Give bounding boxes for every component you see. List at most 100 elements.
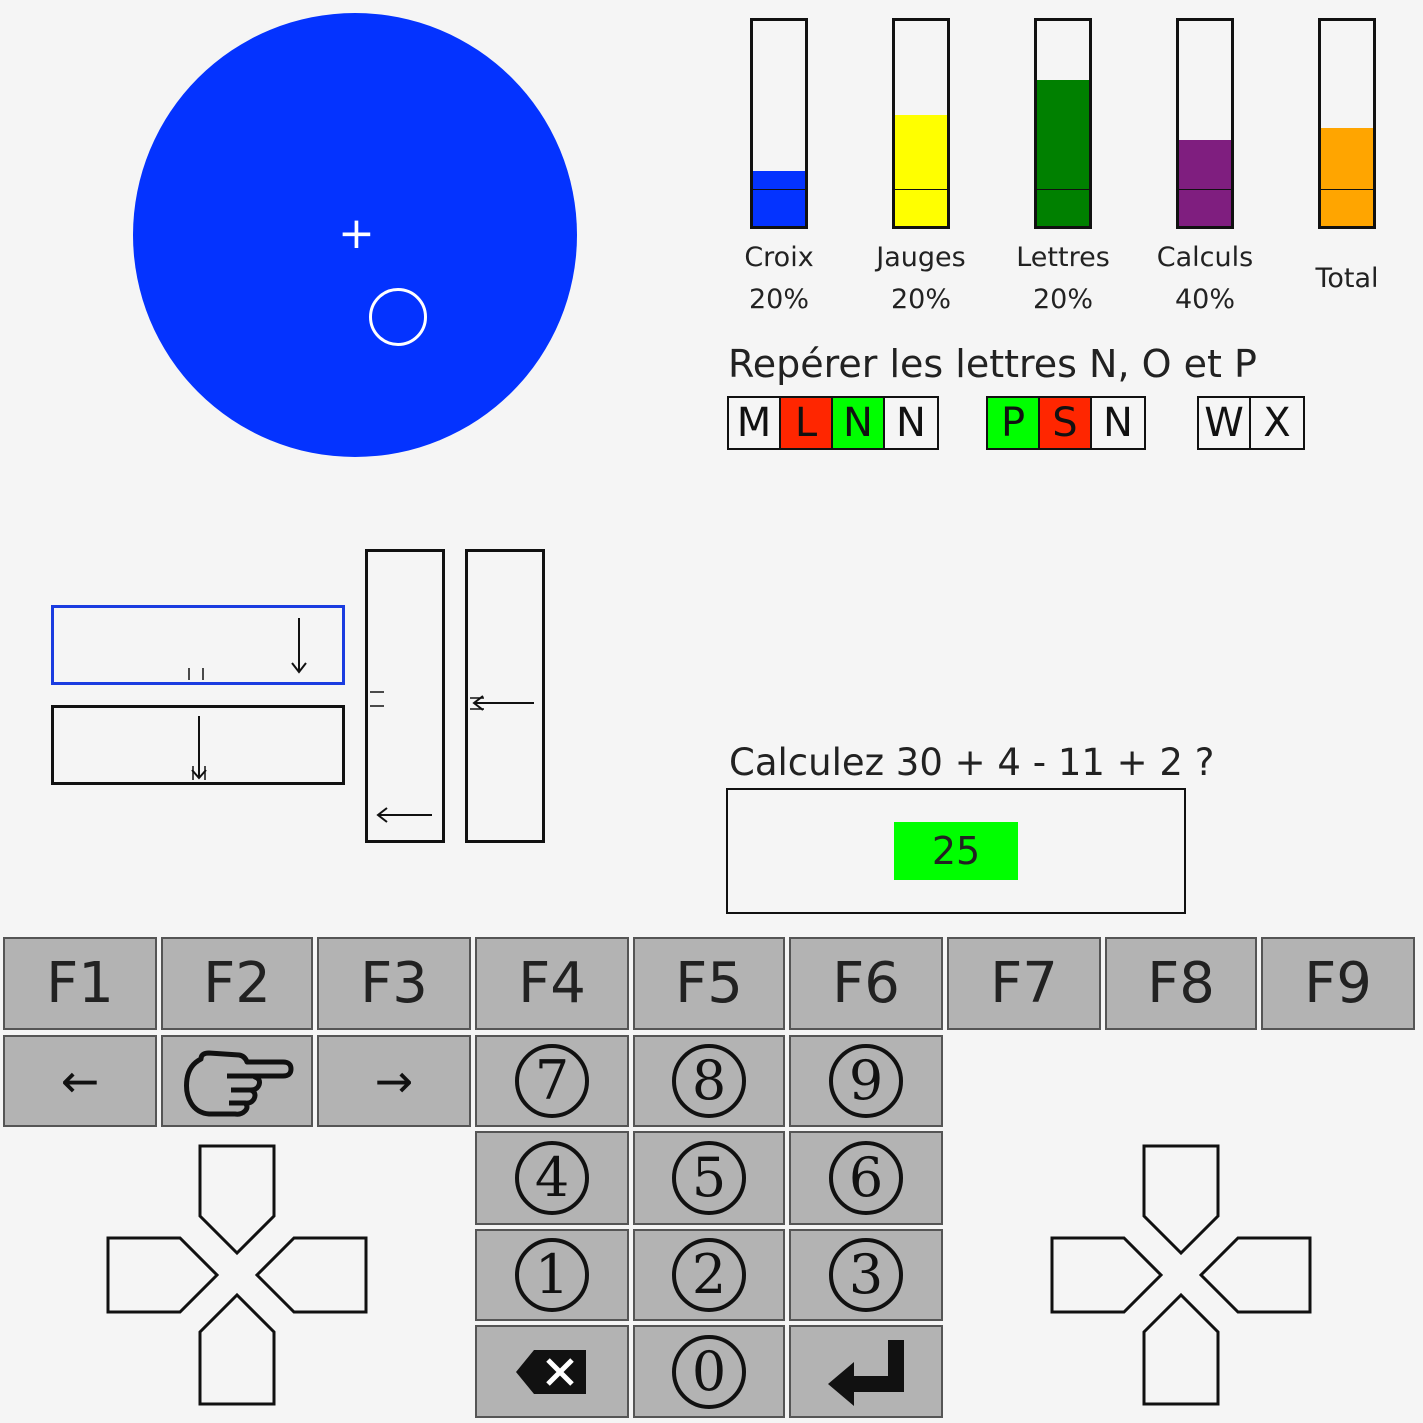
digit-4: 4 [515, 1141, 589, 1215]
pointing-hand-icon [184, 1050, 294, 1117]
dpad-down-arrow[interactable] [198, 1292, 276, 1406]
tracking-cursor-ring[interactable] [369, 288, 427, 346]
enter-icon [828, 1339, 904, 1406]
left-arrow-icon: ← [60, 1054, 100, 1108]
numpad-8-key[interactable]: 8 [633, 1035, 785, 1127]
f7-key[interactable]: F7 [947, 937, 1101, 1030]
numpad-0-key[interactable]: 0 [633, 1325, 785, 1418]
dpad-right-arrow[interactable] [254, 1236, 368, 1314]
digit-8: 8 [672, 1044, 746, 1118]
gauge-tube [1034, 18, 1092, 229]
gauge-tube [750, 18, 808, 229]
gauge-calculs: Calculs 40% [1145, 18, 1265, 321]
vertical-gauge-1[interactable] [365, 549, 445, 843]
crosshair-icon: + [338, 208, 375, 259]
dpad-down-arrow[interactable] [1142, 1292, 1220, 1406]
gauge-percent: 40% [1174, 284, 1235, 315]
enter-key[interactable] [789, 1325, 943, 1418]
gauge-name: Total [1315, 263, 1379, 294]
gauge-croix: Croix 20% [719, 18, 839, 321]
dpad-left-arrow[interactable] [1050, 1236, 1164, 1314]
f1-key[interactable]: F1 [3, 937, 157, 1030]
letter-cell[interactable]: X [1251, 398, 1303, 448]
right-dpad[interactable] [1049, 1143, 1313, 1407]
gauge-threshold-line [753, 189, 805, 190]
f3-key[interactable]: F3 [317, 937, 471, 1030]
f8-key[interactable]: F8 [1105, 937, 1257, 1030]
dpad-up-arrow[interactable] [198, 1144, 276, 1256]
letter-cell[interactable]: S [1040, 398, 1092, 448]
numpad-7-key[interactable]: 7 [475, 1035, 629, 1127]
backspace-key[interactable] [475, 1325, 629, 1418]
digit-0: 0 [672, 1334, 746, 1409]
backspace-icon [516, 1349, 586, 1394]
letters-task-title: Repérer les lettres N, O et P [728, 342, 1257, 386]
gauge-tube [892, 18, 950, 229]
gauge-threshold-line [1179, 189, 1231, 190]
gauge-threshold-line [895, 189, 947, 190]
numpad-1-key[interactable]: 1 [475, 1229, 629, 1321]
digit-9: 9 [829, 1044, 903, 1118]
numpad-6-key[interactable]: 6 [789, 1131, 943, 1225]
gauge-name: Lettres [1016, 242, 1110, 273]
letter-group: WX [1197, 396, 1305, 450]
calc-answer-value: 25 [894, 822, 1018, 880]
f4-key[interactable]: F4 [475, 937, 629, 1030]
gauge-percent: 20% [1032, 284, 1093, 315]
letter-cell[interactable]: N [1092, 398, 1144, 448]
gauge-name: Croix [744, 242, 814, 273]
gauge-fill [753, 170, 805, 226]
letter-cell[interactable]: M [729, 398, 781, 448]
dpad-right-arrow[interactable] [1198, 1236, 1312, 1314]
horizontal-gauge-1[interactable] [51, 605, 345, 685]
letter-cell[interactable]: P [988, 398, 1040, 448]
gauge-needle-graphic [191, 716, 207, 780]
f5-key[interactable]: F5 [633, 937, 785, 1030]
gauge-jauges: Jauges 20% [861, 18, 981, 321]
right-arrow-icon: → [374, 1054, 414, 1108]
f9-key[interactable]: F9 [1261, 937, 1415, 1030]
gauge-percent: 20% [748, 284, 809, 315]
horizontal-gauge-2[interactable] [51, 705, 345, 785]
dpad-up-arrow[interactable] [1142, 1144, 1220, 1256]
f6-key[interactable]: F6 [789, 937, 943, 1030]
numpad-5-key[interactable]: 5 [633, 1131, 785, 1225]
gauge-name: Calculs [1156, 242, 1254, 273]
point-key[interactable] [161, 1035, 313, 1127]
gauge-needle-graphic [370, 691, 432, 823]
right-arrow-key[interactable]: → [317, 1035, 471, 1127]
digit-1: 1 [515, 1238, 589, 1312]
digit-3: 3 [829, 1238, 903, 1312]
gauge-threshold-line [1321, 189, 1373, 190]
letter-cell[interactable]: N [885, 398, 937, 448]
vertical-gauge-2[interactable] [465, 549, 545, 843]
numpad-3-key[interactable]: 3 [789, 1229, 943, 1321]
gauge-fill [895, 115, 947, 226]
dpad-left-arrow[interactable] [106, 1236, 220, 1314]
numpad-4-key[interactable]: 4 [475, 1131, 629, 1225]
gauge-tube [1318, 18, 1376, 229]
letter-cell[interactable]: N [833, 398, 885, 448]
f2-key[interactable]: F2 [161, 937, 313, 1030]
numpad-2-key[interactable]: 2 [633, 1229, 785, 1321]
gauge-percent: 20% [890, 284, 951, 315]
gauge-tube [1176, 18, 1234, 229]
gauge-lettres: Lettres 20% [1003, 18, 1123, 321]
left-dpad[interactable] [105, 1143, 369, 1407]
digit-7: 7 [515, 1044, 589, 1118]
letter-cell[interactable]: W [1199, 398, 1251, 448]
digit-5: 5 [672, 1141, 746, 1215]
gauge-fill [1179, 139, 1231, 226]
digit-2: 2 [672, 1238, 746, 1312]
letter-group: PSN [986, 396, 1146, 450]
digit-6: 6 [829, 1141, 903, 1215]
calc-question: Calculez 30 + 4 - 11 + 2 ? [729, 741, 1215, 784]
gauge-fill [1037, 80, 1089, 226]
letter-cell[interactable]: L [781, 398, 833, 448]
gauge-needle-graphic [188, 618, 307, 680]
left-arrow-key[interactable]: ← [3, 1035, 157, 1127]
gauge-threshold-line [1037, 189, 1089, 190]
letter-group: MLNN [727, 396, 939, 450]
gauge-fill [1321, 127, 1373, 226]
numpad-9-key[interactable]: 9 [789, 1035, 943, 1127]
